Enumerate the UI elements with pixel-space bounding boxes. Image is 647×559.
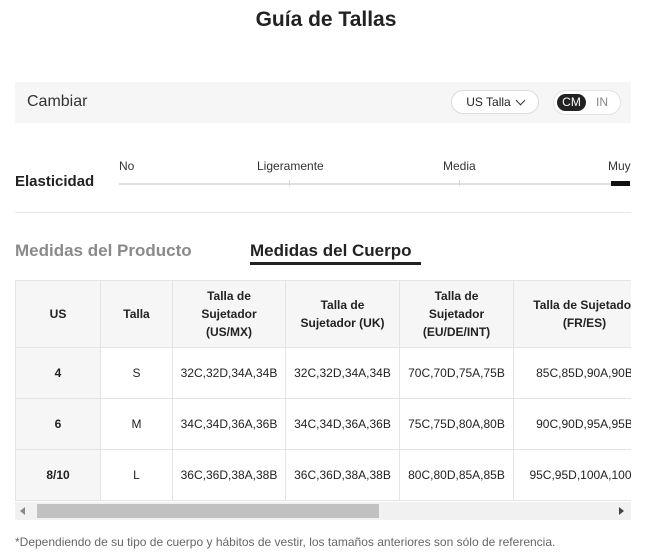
table-cell: 8/10 xyxy=(15,449,101,501)
unit-toggle: CM IN xyxy=(553,90,621,115)
tab-body-measurements[interactable]: Medidas del Cuerpo xyxy=(250,241,412,261)
elasticity-level-media: Media xyxy=(443,159,476,173)
elasticity-scale-tick xyxy=(459,180,460,186)
elasticity-level-ligeramente: Ligeramente xyxy=(257,159,324,173)
switch-label: Cambiar xyxy=(27,93,88,110)
unit-cm-option[interactable]: CM xyxy=(557,94,586,111)
reference-note: *Dependiendo de su tipo de cuerpo y hábi… xyxy=(15,535,556,549)
table-cell: M xyxy=(100,398,173,450)
table-row: 4 S 32C,32D,34A,34B 32C,32D,34A,34B 70C,… xyxy=(15,347,631,399)
table-cell: 85C,85D,90A,90B xyxy=(513,347,631,399)
table-cell: 70C,70D,75A,75B xyxy=(399,347,514,399)
table-cell: S xyxy=(100,347,173,399)
active-tab-underline xyxy=(250,262,421,265)
size-system-value: US Talla xyxy=(466,95,511,109)
table-cell: 75C,75D,80A,80B xyxy=(399,398,514,450)
table-cell: 34C,34D,36A,36B xyxy=(285,398,400,450)
scrollbar-thumb[interactable] xyxy=(37,504,379,518)
elasticity-scale-tick xyxy=(289,180,290,186)
elasticity-selected-marker xyxy=(611,181,630,186)
table-cell: 95C,95D,100A,100B xyxy=(513,449,631,501)
header-talla: Talla xyxy=(100,280,173,348)
elasticity-level-no: No xyxy=(119,159,135,173)
header-bra-uk: Talla de Sujetador (UK) xyxy=(285,280,400,348)
tab-product-measurements[interactable]: Medidas del Producto xyxy=(15,241,192,261)
table-cell: L xyxy=(100,449,173,501)
table-cell: 90C,90D,95A,95B xyxy=(513,398,631,450)
scroll-right-arrow-icon[interactable] xyxy=(619,507,624,515)
header-bra-eu: Talla de Sujetador (EU/DE/INT) xyxy=(399,280,514,348)
unit-in-option[interactable]: IN xyxy=(590,94,614,111)
table-row: 6 M 34C,34D,36A,36B 34C,34D,36A,36B 75C,… xyxy=(15,398,631,450)
unit-switch-bar: Cambiar US Talla CM IN xyxy=(15,82,631,123)
size-table-container[interactable]: US Talla Talla de Sujetador (US/MX) Talla … xyxy=(15,280,631,502)
size-table: US Talla Talla de Sujetador (US/MX) Talla … xyxy=(15,280,631,501)
chevron-down-icon xyxy=(515,95,526,105)
table-cell: 80C,80D,85A,85B xyxy=(399,449,514,501)
elasticity-level-muy: Muy xyxy=(608,159,631,173)
scroll-left-arrow-icon[interactable] xyxy=(20,507,25,515)
header-us: US xyxy=(15,280,101,348)
header-bra-fr-es: Talla de Sujetador (FR/ES) xyxy=(513,280,631,348)
table-cell: 32C,32D,34A,34B xyxy=(172,347,286,399)
elasticity-title: Elasticidad xyxy=(15,173,95,190)
table-cell: 34C,34D,36A,36B xyxy=(172,398,286,450)
divider xyxy=(15,212,631,213)
table-cell: 4 xyxy=(15,347,101,399)
page-title: Guía de Tallas xyxy=(255,8,397,31)
table-row: 8/10 L 36C,36D,38A,38B 36C,36D,38A,38B 8… xyxy=(15,449,631,501)
table-cell: 36C,36D,38A,38B xyxy=(285,449,400,501)
table-cell: 36C,36D,38A,38B xyxy=(172,449,286,501)
table-cell: 6 xyxy=(15,398,101,450)
horizontal-scrollbar[interactable] xyxy=(15,502,631,520)
table-cell: 32C,32D,34A,34B xyxy=(285,347,400,399)
header-bra-us-mx: Talla de Sujetador (US/MX) xyxy=(172,280,286,348)
elasticity-scale-track xyxy=(119,183,630,185)
table-header-row: US Talla Talla de Sujetador (US/MX) Talla … xyxy=(15,280,631,348)
size-system-select[interactable]: US Talla xyxy=(451,90,539,114)
